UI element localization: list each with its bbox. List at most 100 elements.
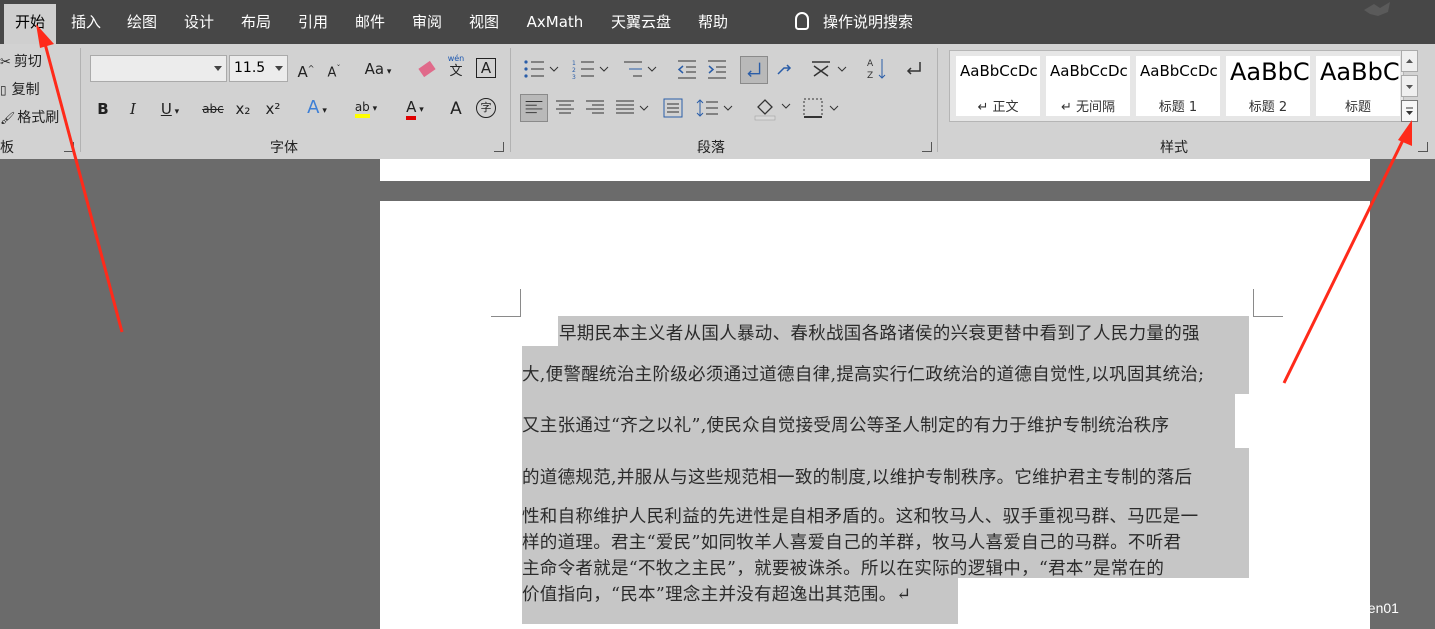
paintbrush-icon: 🖌 [0,111,16,125]
multilevel-list-icon[interactable] [622,58,660,80]
align-right-icon[interactable] [584,97,606,119]
text-effects-icon: A [307,97,320,118]
chevron-down-icon [214,66,222,71]
paragraph-line: 主命令者就是“不牧之主民”，就要被诛杀。所以在实际的逻辑中，“君本”是常在的 [522,559,1165,579]
style-heading-1[interactable]: AaBbCcDc 标题 1 [1136,56,1220,116]
align-left-icon[interactable] [520,94,548,122]
grow-font-button[interactable]: A^ [296,56,316,82]
tell-me-label: 操作说明搜索 [823,13,914,31]
align-center-icon[interactable] [554,97,576,119]
margin-corner-mark [1253,289,1283,317]
ribbon: ✂ 剪切 ▯ 复制 🖌 格式刷 板 11.5 A^ Aˇ Aa ▾ wén 文 A B… [0,44,1435,159]
more-expand-icon [1406,107,1413,115]
eraser-icon [418,60,436,78]
character-border-button[interactable]: A [476,58,496,78]
tab-mailings[interactable]: 邮件 [348,0,392,44]
format-painter-label: 格式刷 [17,110,60,126]
tell-me-search[interactable]: 操作说明搜索 [795,0,913,44]
style-name: ↵ 无间隔 [1060,100,1116,115]
chevron-down-icon [1406,85,1413,89]
font-launcher-icon[interactable] [494,142,504,152]
style-heading-2[interactable]: AaBbC 标题 2 [1226,56,1310,116]
tab-view[interactable]: 视图 [462,0,506,44]
decrease-indent-icon[interactable] [676,58,698,80]
styles-scroll-down-button[interactable] [1401,75,1418,97]
subscript-button[interactable]: x₂ [233,96,253,122]
chevron-down-icon [275,66,283,71]
bullets-icon[interactable] [522,58,562,80]
tab-help[interactable]: 帮助 [691,0,735,44]
strikethrough-icon: abc [202,102,224,116]
format-painter-button[interactable]: 🖌 格式刷 [0,104,62,130]
svg-text:Z: Z [867,71,873,81]
group-separator [510,48,511,152]
style-sample: AaBbCcDc [960,62,1038,80]
bold-button[interactable]: B [94,96,112,122]
phonetic-guide-button[interactable]: wén 文 [444,52,468,78]
font-color-icon: A [406,98,417,120]
font-group-label: 字体 [270,140,298,156]
character-shading-button[interactable]: A [446,96,466,122]
bold-icon: B [97,100,109,118]
phonetic-bottom: 文 [449,64,463,79]
tab-tianyi-cloud[interactable]: 天翼云盘 [606,0,676,44]
enclose-characters-icon: 字 [480,101,492,114]
italic-icon: I [130,100,136,118]
numbering-icon[interactable]: 123 [572,58,612,80]
shrink-font-button[interactable]: Aˇ [324,56,344,82]
style-name: 标题 1 [1158,100,1198,115]
font-size-combo[interactable]: 11.5 [229,55,288,82]
font-name-combo[interactable] [90,55,227,82]
style-name: 标题 2 [1248,100,1288,115]
tab-axmath[interactable]: AxMath [522,0,588,44]
change-case-icon: Aa [364,60,385,78]
copy-button[interactable]: ▯ 复制 [0,76,60,102]
asian-layout-icon[interactable] [810,58,850,80]
clipboard-launcher-icon[interactable] [64,142,74,152]
style-title[interactable]: AaBbC 标题 [1316,56,1400,116]
underline-button[interactable]: U ▾ [153,96,187,122]
tab-review[interactable]: 审阅 [405,0,449,44]
grow-font-icon: A [297,63,308,81]
enclose-characters-button[interactable]: 字 [476,98,496,118]
strikethrough-button[interactable]: abc [201,96,225,122]
paragraph-line: 早期民本主义者从国人暴动、春秋战国各路诸侯的兴衰更替中看到了人民力量的强 [559,324,1200,344]
paragraph-line: 样的道理。君主“爱民”如同牧羊人喜爱自己的羊群，牧马人喜爱自己的马群。不听君 [522,533,1182,553]
paragraph-group-label: 段落 [697,140,725,156]
justify-icon[interactable] [614,97,652,119]
tab-insert[interactable]: 插入 [64,0,108,44]
distributed-icon[interactable] [662,97,684,119]
show-formatting-marks-icon[interactable] [740,56,768,84]
change-case-button[interactable]: Aa ▾ [360,56,396,82]
increase-indent-icon[interactable] [706,58,728,80]
margin-corner-mark [491,289,521,317]
tab-layout[interactable]: 布局 [234,0,278,44]
style-normal[interactable]: AaBbCcDc ↵ 正文 [956,56,1040,116]
highlighter-icon: ab [354,100,370,118]
tab-home[interactable]: 开始 [4,4,56,44]
cut-button[interactable]: ✂ 剪切 [0,48,60,74]
return-arrow-icon[interactable] [902,58,924,80]
font-size-value: 11.5 [234,60,266,76]
tab-draw[interactable]: 绘图 [120,0,164,44]
clear-formatting-button[interactable] [416,56,438,82]
shading-bucket-icon[interactable] [752,95,794,121]
style-no-spacing[interactable]: AaBbCcDc ↵ 无间隔 [1046,56,1130,116]
borders-icon[interactable] [802,97,842,119]
font-color-button[interactable]: A ▾ [396,94,434,120]
text-effects-button[interactable]: A ▾ [300,95,334,121]
superscript-button[interactable]: x² [263,96,283,122]
highlight-color-button[interactable]: ab ▾ [346,94,386,120]
italic-button[interactable]: I [124,96,142,122]
styles-launcher-icon[interactable] [1418,142,1428,152]
styles-more-button[interactable] [1401,100,1418,122]
paragraph-launcher-icon[interactable] [922,142,932,152]
sort-icon[interactable]: AZ [866,56,888,82]
line-spacing-icon[interactable] [696,97,736,119]
styles-gallery: AaBbCcDc ↵ 正文 AaBbCcDc ↵ 无间隔 AaBbCcDc 标题… [949,50,1404,122]
tab-references[interactable]: 引用 [291,0,335,44]
styles-scroll-up-button[interactable] [1401,50,1418,72]
chevron-up-icon [1406,59,1413,63]
tab-design[interactable]: 设计 [177,0,221,44]
text-direction-icon[interactable] [774,58,796,80]
